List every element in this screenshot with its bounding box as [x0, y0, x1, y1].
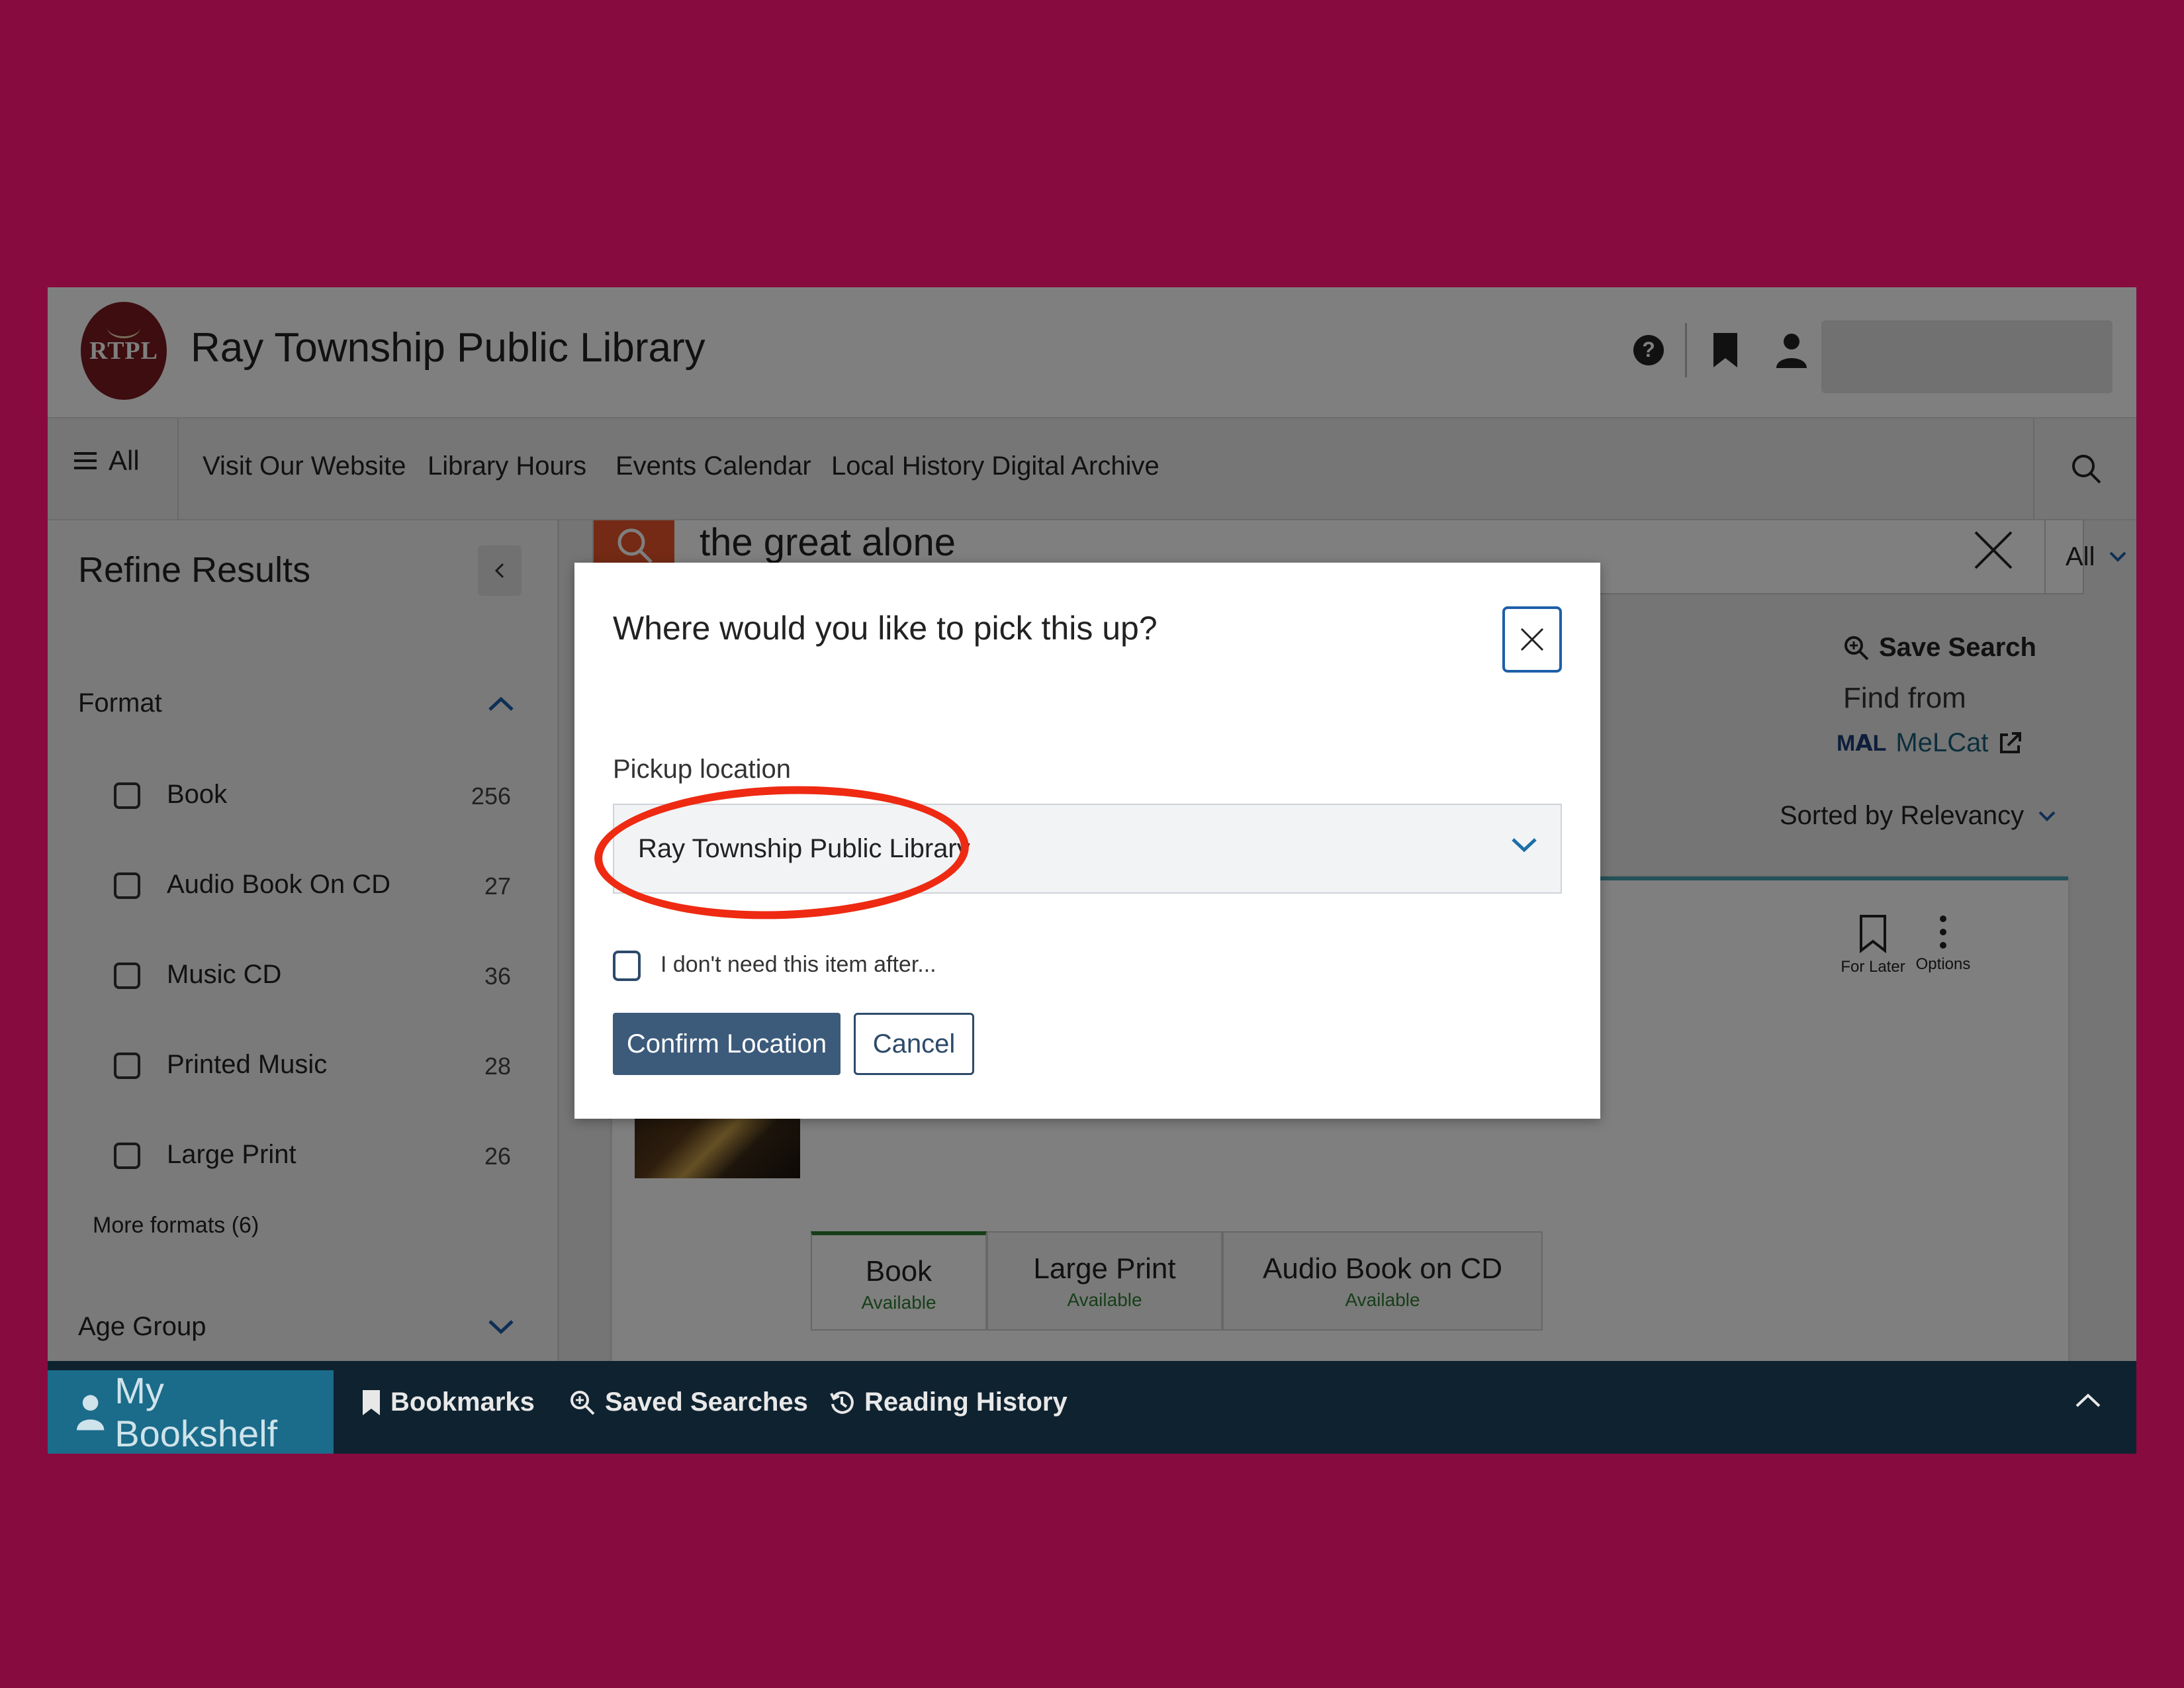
- pickup-location-label: Pickup location: [613, 755, 792, 784]
- cancel-button[interactable]: Cancel: [854, 1013, 974, 1075]
- my-bookshelf-tab[interactable]: My Bookshelf: [48, 1370, 334, 1454]
- no-longer-needed-label[interactable]: I don't need this item after...: [660, 952, 936, 978]
- search-plus-icon: [570, 1390, 595, 1415]
- chevron-down-icon: [1512, 838, 1537, 853]
- user-icon: [76, 1395, 105, 1430]
- bookmarks-tab[interactable]: Bookmarks: [361, 1387, 535, 1417]
- chevron-up-icon[interactable]: [2073, 1390, 2103, 1410]
- browser-screenshot: RTPL Ray Township Public Library ? All V…: [48, 287, 2136, 1454]
- my-bookshelf-label: My Bookshelf: [114, 1370, 278, 1454]
- bookmark-icon: [363, 1389, 380, 1415]
- no-longer-needed-checkbox[interactable]: [613, 951, 641, 981]
- pickup-location-dialog: Where would you like to pick this up? Pi…: [574, 563, 1600, 1119]
- bookmarks-label: Bookmarks: [390, 1387, 535, 1417]
- history-icon: [830, 1391, 854, 1414]
- dialog-title: Where would you like to pick this up?: [613, 610, 1158, 647]
- close-dialog-button[interactable]: [1502, 606, 1562, 673]
- bookshelf-bar: My Bookshelf Bookmarks Saved Searches Re…: [48, 1361, 2136, 1454]
- highlight-annotation: [592, 780, 972, 925]
- reading-history-label: Reading History: [864, 1387, 1068, 1417]
- saved-searches-label: Saved Searches: [605, 1387, 808, 1417]
- reading-history-tab[interactable]: Reading History: [829, 1387, 1068, 1417]
- saved-searches-tab[interactable]: Saved Searches: [569, 1387, 808, 1417]
- close-icon: [1520, 628, 1544, 651]
- confirm-location-button[interactable]: Confirm Location: [613, 1013, 841, 1075]
